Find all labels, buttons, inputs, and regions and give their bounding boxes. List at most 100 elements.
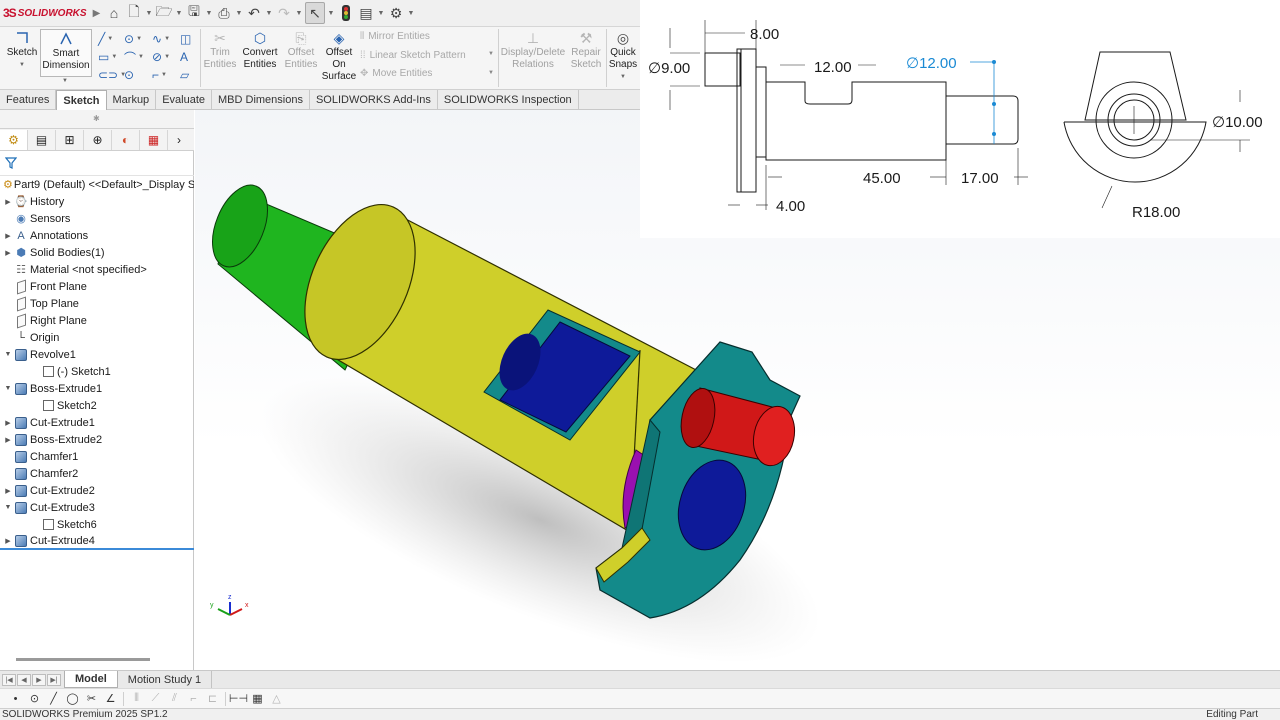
expand-arrow-icon[interactable]: ▶ [3,537,13,545]
tree-item[interactable]: (-) Sketch1 [0,363,194,380]
chevron-right-icon[interactable]: ▶ [93,8,101,19]
dim-dia-9[interactable]: ∅9.00 [648,60,690,77]
circle-tool-icon[interactable]: ⊙ ▼ [124,30,146,48]
traffic-light-icon[interactable] [337,2,355,24]
filter-icon[interactable] [5,157,17,169]
first-tab-icon[interactable]: |◀ [2,673,16,686]
trim-entities-button[interactable]: ✂ Trim Entities [202,29,238,71]
tree-item[interactable]: Top Plane [0,295,194,312]
convert-icon[interactable]: ∠ [101,691,120,707]
more-tabs-button[interactable]: › [168,130,190,150]
new-dropdown-icon[interactable]: ▼ [145,2,153,24]
offset-entities-button[interactable]: ⎘ Offset Entities [282,29,320,71]
redo-icon[interactable]: ↷ [275,2,293,24]
save-dropdown-icon[interactable]: ▼ [205,2,213,24]
collapse-arrow-icon[interactable]: ▼ [3,504,13,511]
dim-45[interactable]: 45.00 [863,170,901,187]
undo-icon[interactable]: ↶ [245,2,263,24]
linear-sketch-pattern-button[interactable]: ⁞⁞ Linear Sketch Pattern [360,50,466,61]
dim-dia-10[interactable]: ∅10.00 [1212,114,1263,131]
feature-manager-tab[interactable]: ⚙ [0,129,28,150]
expand-arrow-icon[interactable]: ▶ [3,436,13,444]
sketch-button[interactable]: Sketch ▼ [4,29,40,71]
line-icon[interactable]: ╱ [44,691,63,707]
tree-item[interactable]: Front Plane [0,278,194,295]
dim-17[interactable]: 17.00 [961,170,999,187]
options-dropdown-icon[interactable]: ▼ [407,2,415,24]
ellipse-tool-icon[interactable]: ◫ [180,30,202,48]
fillet-tool-icon[interactable]: ⌐ ▼ [152,66,174,84]
tree-item[interactable]: ▼ Boss-Extrude1 [0,380,194,397]
grid-icon[interactable]: ▦ [248,691,267,707]
rectangle-tool-icon[interactable]: ▭ ▼ [98,48,120,66]
tree-item[interactable]: Chamfer2 [0,465,194,482]
cam-manager-tab[interactable]: ▦ [140,129,168,150]
slot-tool-icon[interactable]: ⊂⊃ ▼ [98,66,126,84]
sketch-dropdown-icon[interactable]: ▼ [19,59,25,71]
panel-grip-icon[interactable]: ✱ [93,114,100,123]
print-dropdown-icon[interactable]: ▼ [235,2,243,24]
move-entities-button[interactable]: ✥ Move Entities [360,68,432,79]
tree-item[interactable]: ▶ Cut-Extrude4 [0,533,194,550]
plane-tool-icon[interactable]: ▱ [180,66,202,84]
tab-features[interactable]: Features [0,90,57,110]
undo-dropdown-icon[interactable]: ▼ [265,2,273,24]
repair-sketch-button[interactable]: ⚒ Repair Sketch [568,29,604,71]
panel-horizontal-scrollbar[interactable] [16,658,150,661]
tree-item[interactable]: ▼ Revolve1 [0,346,194,363]
expand-arrow-icon[interactable]: ▶ [3,198,13,206]
tab-solidworks-add-ins[interactable]: SOLIDWORKS Add-Ins [310,90,438,110]
tree-item[interactable]: ▶ Cut-Extrude1 [0,414,194,431]
tab-sketch[interactable]: Sketch [56,90,107,110]
tree-item[interactable]: Right Plane [0,312,194,329]
display-delete-relations-button[interactable]: ⊥ Display/Delete Relations [500,29,566,71]
open-dropdown-icon[interactable]: ▼ [175,2,183,24]
dim-4[interactable]: 4.00 [776,198,805,215]
smart-dimension-button[interactable]: Smart Dimension [40,29,92,77]
file-properties-dropdown-icon[interactable]: ▼ [377,2,385,24]
print-icon[interactable]: ⎙ [215,2,233,24]
line-tool-icon[interactable]: ╱ ▼ [98,30,120,48]
display-manager-tab[interactable]: ◐ [112,129,140,150]
fillet-icon[interactable]: ⌐ [184,691,203,707]
dimxpert-manager-tab[interactable]: ⊕ [84,129,112,150]
expand-arrow-icon[interactable]: ▶ [3,232,13,240]
next-tab-icon[interactable]: ▶ [32,673,46,686]
property-manager-tab[interactable]: ▤ [28,129,56,150]
prev-tab-icon[interactable]: ◀ [17,673,31,686]
tree-filter-row[interactable] [0,151,194,176]
configuration-manager-tab[interactable]: ⊞ [56,129,84,150]
polygon-tool-icon[interactable]: ⊘ ▼ [152,48,174,66]
select-dropdown-icon[interactable]: ▼ [327,2,335,24]
last-tab-icon[interactable]: ▶| [47,673,61,686]
solidworks-logo[interactable]: 3S SOLIDWORKS ▶ [0,0,104,27]
arc-tool-icon[interactable]: ⌒ ▼ [124,48,146,66]
polygon-icon[interactable]: ◯ [63,691,82,707]
tree-item[interactable]: ☷ Material <not specified> [0,261,194,278]
tab-mbd-dimensions[interactable]: MBD Dimensions [212,90,310,110]
tab-evaluate[interactable]: Evaluate [156,90,212,110]
tree-item[interactable]: Sketch6 [0,516,194,533]
tree-item[interactable]: ▶ Cut-Extrude2 [0,482,194,499]
save-icon[interactable]: 🖫 [185,2,203,24]
quick-snaps-button[interactable]: ◎ Quick Snaps ▼ [607,29,639,83]
point-icon[interactable]: • [6,691,25,707]
collapse-arrow-icon[interactable]: ▼ [3,385,13,392]
open-icon[interactable]: 🗁 [155,2,173,24]
linear-pattern-dropdown-icon[interactable]: ▼ [488,51,494,57]
tree-item[interactable]: ▶ ⬢ Solid Bodies(1) [0,244,194,261]
dim-dia-12[interactable]: ∅12.00 [906,55,957,72]
options-gear-icon[interactable]: ⚙ [387,2,405,24]
trim-icon[interactable]: ✂ [82,691,101,707]
relation-icon[interactable]: △ [267,691,286,707]
tree-item[interactable]: ◉ Sensors [0,210,194,227]
pattern-icon[interactable]: ⫽ [165,691,184,707]
tree-root-part[interactable]: ⚙ Part9 (Default) <<Default>_Display S [0,176,194,193]
tree-item[interactable]: └ Origin [0,329,194,346]
tree-item[interactable]: ▶ ⌚ History [0,193,194,210]
expand-arrow-icon[interactable]: ▶ [3,249,13,257]
smart-dimension-dropdown-icon[interactable]: ▼ [62,78,68,84]
offset-icon[interactable]: ⟋ [146,691,165,707]
tab-motion-study-1[interactable]: Motion Study 1 [118,671,213,688]
select-arrow-icon[interactable]: ↖ [305,2,325,24]
